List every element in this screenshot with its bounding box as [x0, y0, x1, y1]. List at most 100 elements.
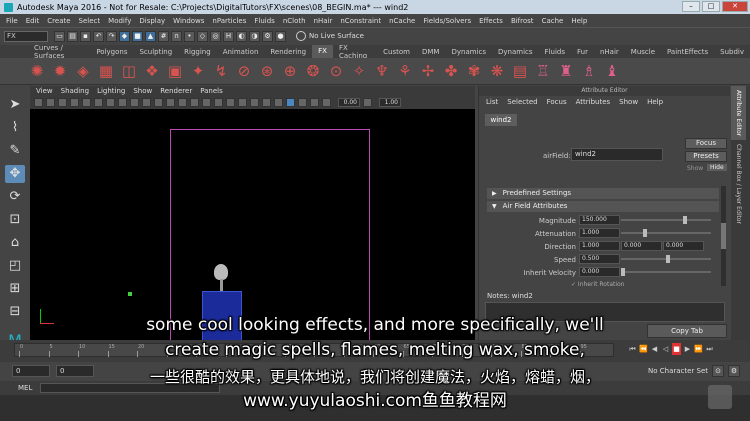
- menu-windows[interactable]: Windows: [169, 17, 208, 25]
- bifrost-aero-icon[interactable]: ❋: [488, 62, 506, 80]
- redo-icon[interactable]: ↷: [106, 30, 117, 42]
- menu-display[interactable]: Display: [135, 17, 169, 25]
- ae-menu-list[interactable]: List: [486, 96, 498, 108]
- ambient-occlusion-icon[interactable]: [226, 97, 235, 107]
- field-manipulator[interactable]: [128, 292, 132, 296]
- ncloth-icon[interactable]: ▦: [97, 62, 115, 80]
- safe-action-icon[interactable]: [142, 97, 151, 107]
- shelf-tab-fx[interactable]: FX: [312, 45, 333, 58]
- smooth-shade-icon[interactable]: [166, 97, 175, 107]
- inherit-rotation-checkbox[interactable]: ✓ Inherit Rotation: [571, 281, 625, 288]
- attenuation-slider[interactable]: [621, 229, 711, 237]
- speed-field[interactable]: 0.500: [579, 254, 620, 264]
- menu-fluids[interactable]: Fluids: [250, 17, 278, 25]
- air-field-icon[interactable]: ⊛: [258, 62, 276, 80]
- menu-nhair[interactable]: nHair: [310, 17, 337, 25]
- camera-attr-icon[interactable]: [46, 97, 55, 107]
- viewport-menu-show[interactable]: Show: [133, 86, 152, 96]
- air-field-attributes-section[interactable]: ▼ Air Field Attributes: [487, 201, 719, 212]
- snap-point-icon[interactable]: •: [184, 30, 195, 42]
- ae-menu-focus[interactable]: Focus: [547, 96, 567, 108]
- bifrost-liquid-icon[interactable]: ✾: [465, 62, 483, 80]
- attribute-scrollbar[interactable]: [721, 186, 726, 286]
- drag-field-icon[interactable]: ⊕: [281, 62, 299, 80]
- ae-menu-show[interactable]: Show: [619, 96, 638, 108]
- viewport-menu-panels[interactable]: Panels: [200, 86, 223, 96]
- scrollbar-thumb[interactable]: [721, 223, 726, 249]
- particle-tool-icon[interactable]: ✹: [51, 62, 69, 80]
- hypershade-icon[interactable]: ●: [275, 30, 286, 42]
- speed-slider[interactable]: [621, 255, 711, 263]
- radial-field-icon[interactable]: ✧: [350, 62, 368, 80]
- node-name-field[interactable]: wind2: [571, 148, 663, 161]
- inherit-velocity-slider[interactable]: [621, 268, 711, 276]
- tab-wind2[interactable]: wind2: [485, 114, 517, 126]
- garment-alt-icon[interactable]: ♝: [603, 62, 621, 80]
- render-icon[interactable]: ◐: [236, 30, 247, 42]
- menu-nconstraint[interactable]: nConstraint: [336, 17, 385, 25]
- lights-icon[interactable]: [202, 97, 211, 107]
- shelf-tab-muscle[interactable]: Muscle: [625, 48, 661, 56]
- air-field-volume[interactable]: [170, 129, 370, 340]
- menu-set-selector[interactable]: FX: [4, 30, 48, 42]
- inherit-velocity-field[interactable]: 0.000: [579, 267, 620, 277]
- predefined-settings-section[interactable]: ▶ Predefined Settings: [487, 188, 719, 199]
- select-hierarchy-icon[interactable]: ◆: [119, 30, 130, 42]
- constraint-icon[interactable]: ⊘: [235, 62, 253, 80]
- side-tab-attribute-editor[interactable]: Attribute Editor: [731, 86, 746, 141]
- scale-tool-icon[interactable]: ⊡: [5, 211, 25, 229]
- image-plane-icon[interactable]: [70, 97, 79, 107]
- presets-button[interactable]: Presets: [685, 151, 727, 162]
- menu-ncache[interactable]: nCache: [385, 17, 419, 25]
- menu-help[interactable]: Help: [567, 17, 591, 25]
- new-scene-icon[interactable]: ▭: [54, 30, 65, 42]
- shelf-tab-fur[interactable]: Fur: [571, 48, 594, 56]
- hide-toggle[interactable]: Hide: [707, 164, 727, 171]
- ae-menu-help[interactable]: Help: [647, 96, 663, 108]
- side-tab-channel-box-layer-editor[interactable]: Channel Box / Layer Editor: [731, 140, 746, 228]
- open-scene-icon[interactable]: ▤: [67, 30, 78, 42]
- turbulence-field-icon[interactable]: ♆: [373, 62, 391, 80]
- depth-of-field-icon[interactable]: [262, 97, 271, 107]
- four-view-icon[interactable]: ⊞: [5, 280, 25, 298]
- paint-select-icon[interactable]: ✎: [5, 142, 25, 160]
- volume-axis-icon[interactable]: ✤: [442, 62, 460, 80]
- menu-create[interactable]: Create: [43, 17, 74, 25]
- motion-blur-icon[interactable]: [238, 97, 247, 107]
- move-tool-icon[interactable]: ✥: [5, 165, 25, 183]
- shelf-tab-sculpting[interactable]: Sculpting: [133, 48, 178, 56]
- viewport-menu-renderer[interactable]: Renderer: [160, 86, 192, 96]
- vortex-field-icon[interactable]: ✢: [419, 62, 437, 80]
- focus-button[interactable]: Focus: [685, 138, 727, 149]
- shelf-tab-subdiv[interactable]: Subdiv: [714, 48, 750, 56]
- newton-field-icon[interactable]: ⊙: [327, 62, 345, 80]
- nrigid-icon[interactable]: ❖: [143, 62, 161, 80]
- candle-flame[interactable]: [214, 264, 228, 280]
- magnitude-field[interactable]: 150.000: [579, 215, 620, 225]
- wireframe-on-shaded-icon[interactable]: [178, 97, 187, 107]
- shirt-alt-icon[interactable]: ♜: [557, 62, 575, 80]
- shelf-tab-nhair[interactable]: nHair: [594, 48, 625, 56]
- gamma-icon[interactable]: [363, 97, 372, 107]
- xray-components-icon[interactable]: [310, 97, 319, 107]
- xray-joints-icon[interactable]: [298, 97, 307, 107]
- camera-icon[interactable]: [34, 97, 43, 107]
- snap-surface-icon[interactable]: ◎: [210, 30, 221, 42]
- menu-edit[interactable]: Edit: [22, 17, 44, 25]
- direction-y-field[interactable]: 0.000: [621, 241, 662, 251]
- uniform-field-icon[interactable]: ⚘: [396, 62, 414, 80]
- slider-knob[interactable]: [683, 216, 687, 224]
- textured-icon[interactable]: [190, 97, 199, 107]
- ipr-render-icon[interactable]: ◑: [249, 30, 260, 42]
- viewport-menu-view[interactable]: View: [36, 86, 53, 96]
- shirt-icon[interactable]: ♖: [534, 62, 552, 80]
- field-chart-icon[interactable]: [130, 97, 139, 107]
- select-object-icon[interactable]: ■: [132, 30, 143, 42]
- gravity-field-icon[interactable]: ❂: [304, 62, 322, 80]
- lasso-tool-icon[interactable]: ⌇: [5, 119, 25, 137]
- exposure-value[interactable]: 0.00: [338, 97, 360, 107]
- menu-ncloth[interactable]: nCloth: [279, 17, 310, 25]
- menu-fields-solvers[interactable]: Fields/Solvers: [419, 17, 475, 25]
- shelf-tab-custom[interactable]: Custom: [377, 48, 416, 56]
- gate-mask-icon[interactable]: [118, 97, 127, 107]
